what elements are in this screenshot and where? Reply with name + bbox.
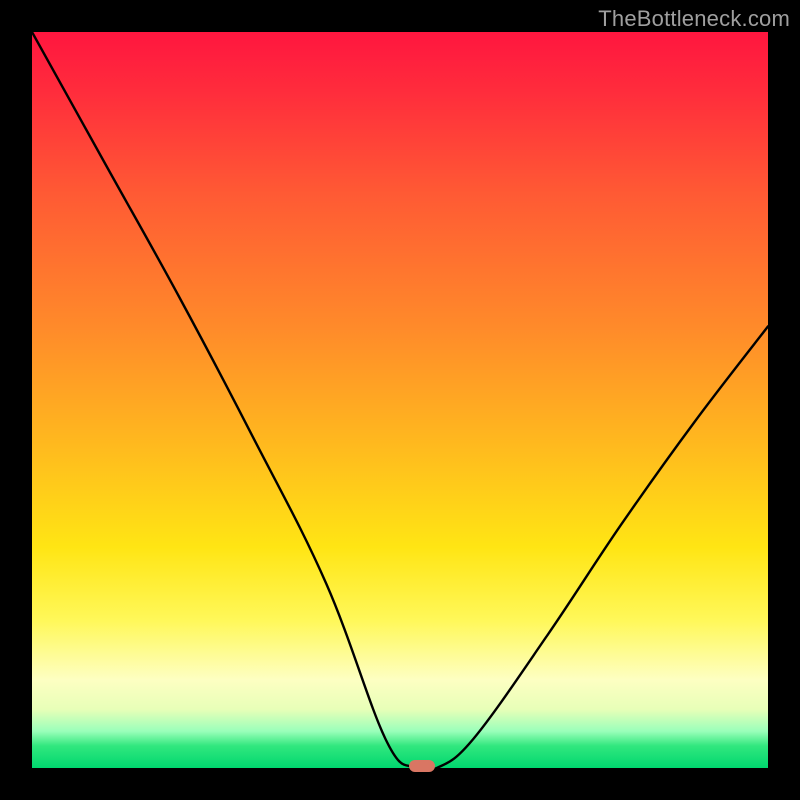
optimal-marker [409,760,435,772]
bottleneck-curve [32,32,768,768]
chart-frame: TheBottleneck.com [0,0,800,800]
watermark-text: TheBottleneck.com [598,6,790,32]
plot-area [32,32,768,768]
curve-path [32,32,768,768]
